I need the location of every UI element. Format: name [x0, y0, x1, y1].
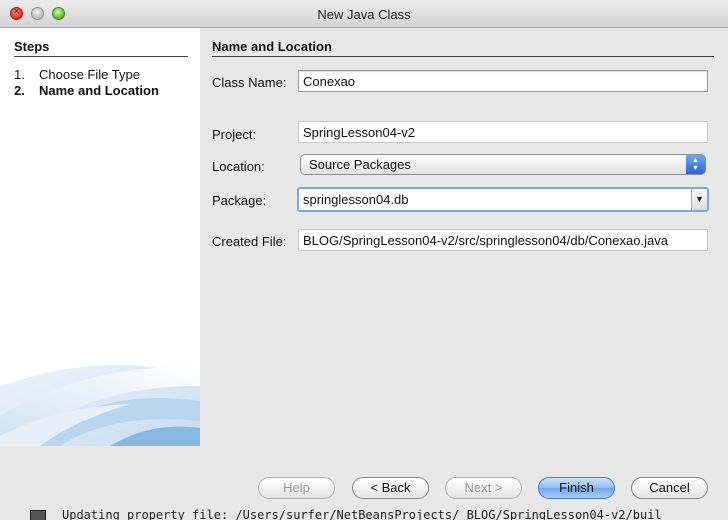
step-choose-file-type: 1. Choose File Type	[14, 67, 140, 82]
created-file-label: Created File:	[212, 234, 287, 249]
wizard-swoosh-graphic	[0, 365, 200, 446]
back-button[interactable]: < Back	[352, 477, 429, 499]
next-button[interactable]: Next >	[445, 477, 522, 499]
window-title: New Java Class	[317, 7, 411, 22]
output-icon	[30, 510, 46, 520]
finish-button[interactable]: Finish	[538, 477, 615, 499]
steps-heading: Steps	[14, 39, 188, 57]
background-output-line: Updating property file: /Users/surfer/Ne…	[0, 506, 728, 520]
section-heading: Name and Location	[212, 39, 714, 57]
project-field: SpringLesson04-v2	[298, 121, 708, 143]
output-text: Updating property file: /Users/surfer/Ne…	[62, 508, 662, 520]
step-label: Name and Location	[39, 83, 159, 98]
step-number: 2.	[14, 83, 25, 98]
location-select[interactable]: Source Packages ▲ ▼	[300, 154, 706, 175]
steps-panel: Steps 1. Choose File Type 2. Name and Loca…	[0, 28, 200, 446]
created-file-field: BLOG/SpringLesson04-v2/src/springlesson0…	[298, 229, 708, 251]
package-value: springlesson04.db	[303, 192, 409, 207]
package-combo[interactable]: springlesson04.db ▼	[297, 187, 709, 212]
location-label: Location:	[212, 159, 265, 174]
class-name-label: Class Name:	[212, 75, 287, 90]
step-label: Choose File Type	[39, 67, 140, 82]
project-label: Project:	[212, 127, 257, 142]
cancel-button[interactable]: Cancel	[631, 477, 708, 499]
form-panel: Name and Location Class Name: Conexao Pr…	[200, 28, 728, 446]
title-bar: New Java Class	[0, 0, 728, 28]
help-button[interactable]: Help	[258, 477, 335, 499]
select-arrows-icon: ▲ ▼	[686, 155, 705, 174]
step-name-and-location: 2. Name and Location	[14, 83, 159, 98]
chevron-down-icon[interactable]: ▼	[691, 189, 707, 210]
package-label: Package:	[212, 193, 267, 208]
location-value: Source Packages	[309, 157, 411, 172]
step-number: 1.	[14, 67, 25, 82]
class-name-input[interactable]: Conexao	[298, 70, 708, 92]
